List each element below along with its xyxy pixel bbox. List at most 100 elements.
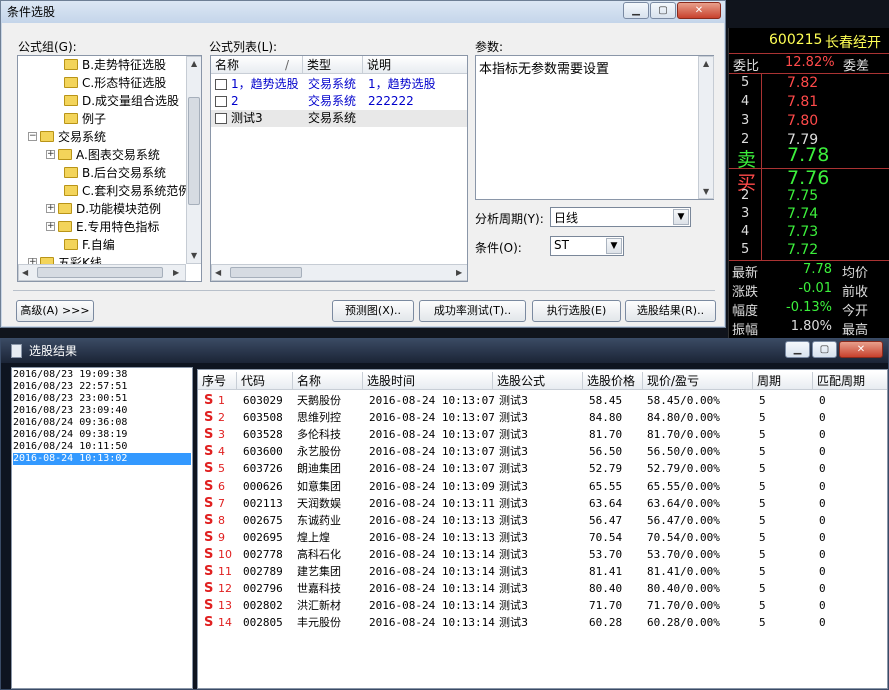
results-table[interactable]: 序号 代码 名称 选股时间 选股公式 选股价格 现价/盈亏 周期 匹配周期 S 1 603029 天鹅… [197,369,888,689]
maximize-button[interactable]: ▢ [650,2,676,19]
minimize-button[interactable]: ▁ [785,341,810,358]
scroll-up-arrow[interactable]: ▲ [703,59,709,69]
formula-row[interactable]: 2 交易系统 222222 [211,93,467,110]
expand-icon[interactable]: + [46,222,55,231]
table-row[interactable]: S 4 603600 永艺股份 2016-08-24 10:13:07 测试3 56.50 5… [198,443,887,460]
table-row[interactable]: S 6 000626 如意集团 2016-08-24 10:13:09 测试3 65.55 6… [198,478,887,495]
tree-hscroll[interactable]: ◀ ▶ [18,264,186,281]
tree-item[interactable]: + A.图表交易系统 [46,146,160,164]
maximize-button[interactable]: ▢ [812,341,837,358]
col-name[interactable]: 名称 / [211,56,303,74]
hscroll-thumb[interactable] [230,267,302,278]
column-header[interactable]: 序号 [198,372,237,390]
formula-row[interactable]: 测试3 交易系统 [211,110,467,127]
tree-item[interactable]: B.后台交易系统 [64,164,166,182]
time-item[interactable]: 2016/08/23 22:57:51 [13,381,191,393]
table-row[interactable]: S 10 002778 高科石化 2016-08-24 10:13:14 测试3 53.70… [198,546,887,563]
tree-item[interactable]: F.自编 [64,236,115,254]
formula-row[interactable]: 1，趋势选股 交易系统 1，趋势选股 [211,76,467,93]
close-button[interactable]: ✕ [839,341,883,358]
scroll-right-arrow[interactable]: ▶ [173,268,179,278]
folder-icon [58,149,72,160]
cell-period: 5 [759,599,766,613]
time-item[interactable]: 2016/08/23 23:09:40 [13,405,191,417]
formula-name: 测试3 [231,111,263,125]
expand-icon[interactable]: + [46,150,55,159]
scroll-left-arrow[interactable]: ◀ [22,268,28,278]
cell-name: 世嘉科技 [297,582,341,596]
table-row[interactable]: S 9 002695 煌上煌 2016-08-24 10:13:13 测试3 70.54 70… [198,529,887,546]
table-row[interactable]: S 7 002113 天润数娱 2016-08-24 10:13:11 测试3 63.64 6… [198,495,887,512]
cell-formula: 测试3 [499,411,528,425]
cell-code: 002695 [243,530,283,544]
scroll-down-arrow[interactable]: ▼ [191,251,197,261]
condition-select[interactable]: ST ▼ [550,236,624,256]
column-header[interactable]: 代码 [237,372,293,390]
tree-item[interactable]: C.形态特征选股 [64,74,166,92]
document-icon [11,344,22,358]
time-item[interactable]: 2016-08-24 10:13:02 [13,453,191,465]
signal-mark: S [204,427,214,443]
column-header[interactable]: 选股公式 [493,372,583,390]
cell-name: 天润数娱 [297,496,341,510]
scroll-left-arrow[interactable]: ◀ [215,268,221,278]
column-header[interactable]: 选股价格 [583,372,643,390]
column-header[interactable]: 名称 [293,372,363,390]
execute-button[interactable]: 执行选股(E) [532,300,621,322]
tree-item[interactable]: + D.功能模块范例 [46,200,161,218]
cell-formula: 测试3 [499,565,528,578]
table-row[interactable]: S 5 603726 朗迪集团 2016-08-24 10:13:07 测试3 52.79 5… [198,460,887,477]
table-row[interactable]: S 3 603528 多伦科技 2016-08-24 10:13:07 测试3 81.70 8… [198,426,887,443]
collapse-icon[interactable]: − [28,132,37,141]
tree-vscroll[interactable]: ▲ ▼ [186,56,201,264]
time-item[interactable]: 2016/08/24 10:11:50 [13,441,191,453]
selection-time-list[interactable]: 2016/08/23 19:09:38 2016/08/23 22:57:51 20… [11,367,193,689]
col-desc[interactable]: 说明 [363,56,467,74]
formula-list[interactable]: 名称 / 类型 说明 1，趋势选股 交易系统 1，趋势选股 2 交易系统 222222 测试3… [210,55,468,282]
time-item[interactable]: 2016/08/24 09:38:19 [13,429,191,441]
scroll-right-arrow[interactable]: ▶ [456,268,462,278]
close-button[interactable]: ✕ [677,2,721,19]
chevron-down-icon[interactable]: ▼ [673,209,689,225]
column-header[interactable]: 选股时间 [363,372,493,390]
preview-button[interactable]: 预测图(X).. [332,300,414,322]
hscroll-thumb[interactable] [37,267,163,278]
cell-time: 2016-08-24 10:13:14 [369,616,495,630]
scroll-thumb[interactable] [188,97,200,205]
tree-item[interactable]: C.套利交易系统范例 [64,182,190,200]
tree-item[interactable]: + E.专用特色指标 [46,218,159,236]
table-row[interactable]: S 13 002802 洪汇新材 2016-08-24 10:13:14 测试3 71.70… [198,597,887,614]
advanced-button[interactable]: 高级(A) >>> [16,300,94,322]
scroll-down-arrow[interactable]: ▼ [703,187,709,197]
time-item[interactable]: 2016/08/23 19:09:38 [13,369,191,381]
chevron-down-icon[interactable]: ▼ [606,238,622,254]
column-header[interactable]: 匹配周期 [813,372,887,390]
tree-item[interactable]: D.成交量组合选股 [64,92,179,110]
minimize-button[interactable]: ▁ [623,2,649,19]
time-item[interactable]: 2016/08/23 23:00:51 [13,393,191,405]
table-row[interactable]: S 11 002789 建艺集团 2016-08-24 10:13:14 测试3 81.41… [198,563,887,580]
tree-item[interactable]: 例子 [64,110,106,128]
table-row[interactable]: S 2 603508 思维列控 2016-08-24 10:13:07 测试3 84.80 8… [198,409,887,426]
time-item[interactable]: 2016/08/24 09:36:08 [13,417,191,429]
success-test-button[interactable]: 成功率测试(T).. [419,300,526,322]
column-header[interactable]: 周期 [753,372,813,390]
table-row[interactable]: S 14 002805 丰元股份 2016-08-24 10:13:14 测试3 60.28… [198,614,887,631]
formula-group-tree[interactable]: B.走势特征选股 C.形态特征选股 D.成交量组合选股 例子 − 交易系统 + A.图表交易系… [17,55,202,282]
cell-now: 84.80/0.00% [647,411,720,425]
col-type[interactable]: 类型 [303,56,363,74]
table-row[interactable]: S 8 002675 东诚药业 2016-08-24 10:13:13 测试3 56.47 5… [198,512,887,529]
table-row[interactable]: S 12 002796 世嘉科技 2016-08-24 10:13:14 测试3 80.40… [198,580,887,597]
results-button[interactable]: 选股结果(R).. [625,300,716,322]
table-row[interactable]: S 1 603029 天鹅股份 2016-08-24 10:13:07 测试3 58.45 5… [198,392,887,409]
period-select[interactable]: 日线 ▼ [550,207,691,227]
tree-item-label: E.专用特色指标 [76,220,160,234]
column-header[interactable]: 现价/盈亏 [643,372,753,390]
cell-period: 5 [759,445,766,459]
scroll-up-arrow[interactable]: ▲ [191,59,197,69]
expand-icon[interactable]: + [46,204,55,213]
tree-item[interactable]: − 交易系统 [28,128,106,146]
params-vscroll[interactable]: ▲ ▼ [698,56,714,199]
tree-item[interactable]: B.走势特征选股 [64,56,166,74]
list-hscroll[interactable]: ◀ ▶ [211,264,467,281]
